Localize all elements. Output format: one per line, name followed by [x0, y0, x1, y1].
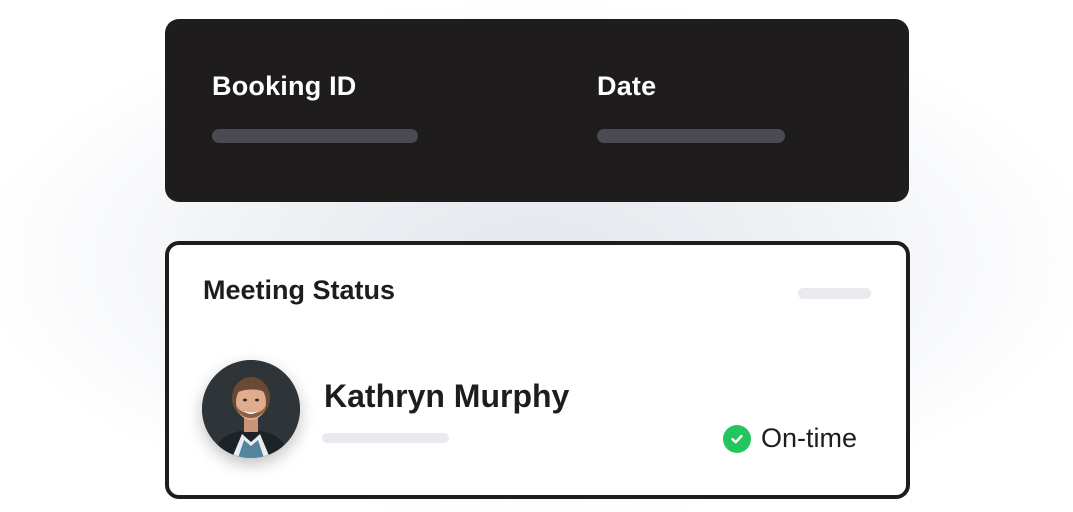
date-value-placeholder: [597, 129, 785, 143]
check-circle-icon: [723, 424, 751, 453]
date-label: Date: [597, 71, 657, 101]
person-subtitle-placeholder: [322, 433, 449, 443]
status-indicator: On-time: [723, 423, 857, 454]
person-name: Kathryn Murphy: [324, 378, 570, 414]
stage: Booking ID Date Meeting Status Kathryn M…: [0, 0, 1073, 512]
booking-card: Booking ID Date: [165, 19, 909, 202]
avatar[interactable]: [202, 360, 300, 458]
header-placeholder-pill: [798, 288, 871, 299]
booking-id-label: Booking ID: [212, 71, 357, 101]
booking-id-value-placeholder: [212, 129, 418, 143]
meeting-status-card: Meeting Status Kathryn Murphy On-time: [165, 241, 910, 499]
avatar-portrait-icon: [202, 360, 300, 458]
meeting-status-title: Meeting Status: [203, 275, 396, 305]
status-label: On-time: [761, 423, 858, 453]
